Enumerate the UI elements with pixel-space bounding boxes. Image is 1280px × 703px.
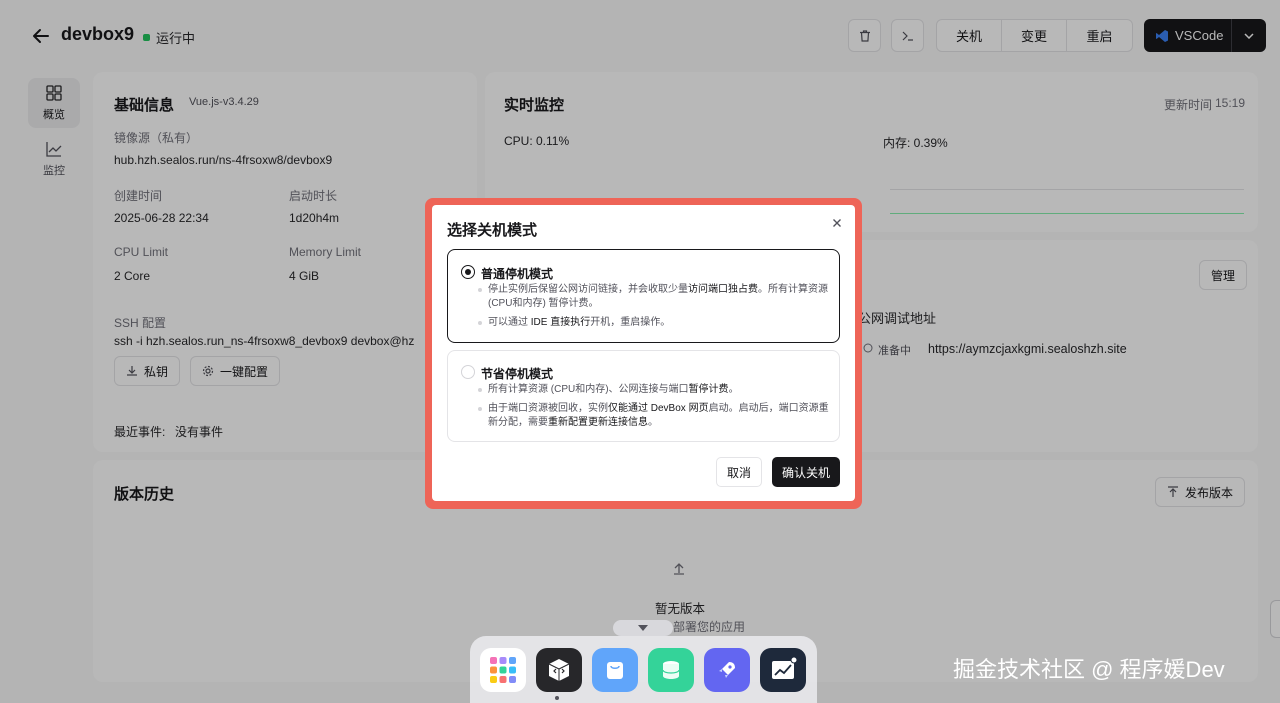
dialog-title: 选择关机模式 bbox=[447, 222, 538, 239]
dock-monitor[interactable] bbox=[760, 648, 806, 692]
option-normal-desc-1: 停止实例后保留公网访问链接，并会收取少量访问端口独占费。所有计算资源 (CPU和… bbox=[478, 283, 830, 311]
active-app-indicator bbox=[555, 696, 559, 700]
option-save-desc-2: 由于端口资源被回收，实例仅能通过 DevBox 网页启动。启动后，端口资源重新分… bbox=[478, 402, 830, 430]
option-save-title: 节省停机模式 bbox=[481, 367, 554, 381]
option-save-shutdown[interactable]: 节省停机模式 所有计算资源 (CPU和内存)、公网连接与端口暂停计费。 由于端口… bbox=[447, 350, 840, 442]
dock-app-store[interactable] bbox=[592, 648, 638, 692]
caret-down-icon bbox=[638, 625, 648, 631]
cancel-button[interactable]: 取消 bbox=[716, 457, 762, 487]
dock-database[interactable] bbox=[648, 648, 694, 692]
database-icon bbox=[662, 661, 680, 679]
option-save-desc-1: 所有计算资源 (CPU和内存)、公网连接与端口暂停计费。 bbox=[478, 383, 830, 397]
option-normal-title: 普通停机模式 bbox=[481, 267, 554, 281]
dock-app-launchpad[interactable] bbox=[704, 648, 750, 692]
rocket-icon bbox=[719, 662, 735, 678]
watermark: 掘金技术社区 @ 程序媛Dev bbox=[953, 657, 1225, 682]
radio-normal-shutdown[interactable] bbox=[461, 265, 475, 279]
dock-app-launcher[interactable] bbox=[480, 648, 526, 692]
confirm-shutdown-button[interactable]: 确认关机 bbox=[772, 457, 840, 487]
dock-devbox[interactable] bbox=[536, 648, 582, 692]
dock-toggle[interactable] bbox=[613, 620, 673, 636]
radio-save-shutdown[interactable] bbox=[461, 365, 475, 379]
option-normal-shutdown[interactable]: 普通停机模式 停止实例后保留公网访问链接，并会收取少量访问端口独占费。所有计算资… bbox=[447, 249, 840, 343]
devbox-cube-icon bbox=[548, 659, 570, 681]
trend-chart-icon bbox=[772, 656, 797, 679]
option-normal-desc-2: 可以通过 IDE 直接执行开机，重启操作。 bbox=[478, 316, 830, 330]
shutdown-mode-dialog: 选择关机模式 普通停机模式 停止实例后保留公网访问链接，并会收取少量访问端口独占… bbox=[432, 205, 855, 501]
app-dock bbox=[470, 636, 817, 703]
shopping-bag-icon bbox=[607, 662, 623, 679]
close-icon[interactable] bbox=[829, 215, 845, 231]
app-grid-icon bbox=[490, 657, 516, 683]
